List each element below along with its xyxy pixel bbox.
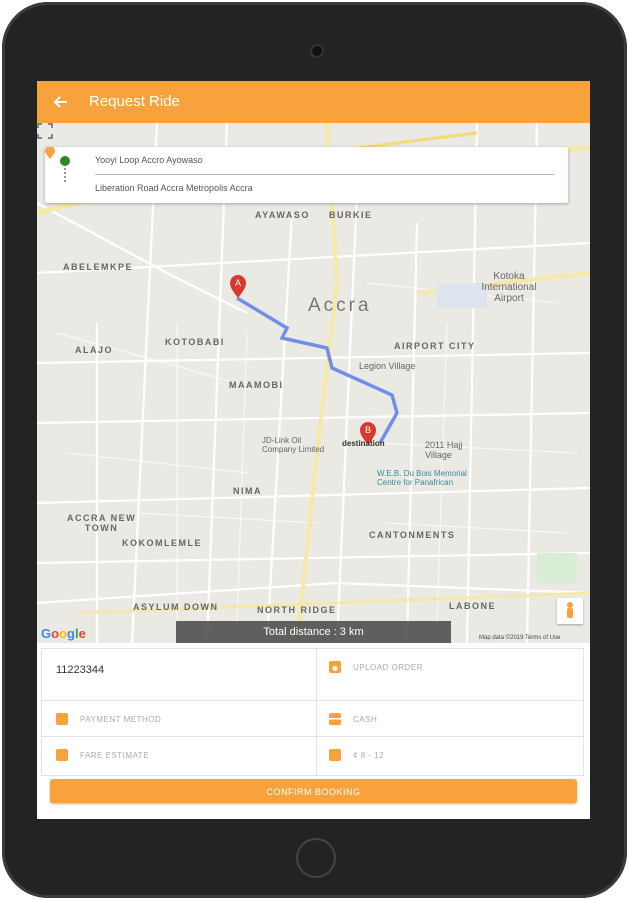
map-label-legion-village: Legion Village	[359, 361, 416, 371]
camera-icon	[329, 661, 341, 673]
marker-a-label: A	[235, 278, 241, 288]
map-view[interactable]: A B Yooyi Loop Accro Ayowaso Liberation …	[37, 123, 590, 643]
map-label-jd-link: JD-Link Oil Company Limited	[262, 436, 325, 454]
payment-value: CASH	[353, 715, 378, 724]
origin-field[interactable]: Yooyi Loop Accro Ayowaso	[95, 155, 203, 165]
marker-b-label: B	[365, 425, 371, 435]
route-dots	[64, 168, 68, 182]
route-card: Yooyi Loop Accro Ayowaso Liberation Road…	[45, 147, 568, 203]
map-label-cantonments: CANTONMENTS	[369, 530, 456, 540]
map-label-maamobi: MAAMOBI	[229, 380, 284, 390]
map-label-airport-city: AIRPORT CITY	[394, 341, 476, 351]
map-label-kotobabi: KOTOBABI	[165, 337, 225, 347]
map-label-alajo: ALAJO	[75, 345, 114, 355]
fare-value: ¢ 8 - 12	[353, 751, 385, 760]
money-icon	[329, 749, 341, 761]
map-label-hajj-village: 2011 Hajj Village	[425, 440, 463, 460]
map-label-burkie: BURKIE	[329, 210, 373, 220]
confirm-booking-button[interactable]: CONFIRM BOOKING	[50, 779, 577, 803]
total-distance-bar: Total distance : 3 km	[176, 621, 451, 643]
booking-form: UPLOAD ORDER PAYMENT METHOD CASH FARE ES…	[41, 648, 584, 776]
receipt-icon	[56, 749, 68, 761]
fare-estimate-row: FARE ESTIMATE	[42, 737, 317, 775]
map-label-nima: NIMA	[233, 486, 262, 496]
payment-method-row: PAYMENT METHOD	[42, 701, 317, 737]
map-label-north-ridge: NORTH RIDGE	[257, 605, 337, 615]
arrow-left-icon[interactable]	[51, 92, 71, 112]
origin-dot-icon	[60, 156, 70, 166]
destination-field[interactable]: Liberation Road Accra Metropolis Accra	[95, 183, 253, 193]
wallet-icon	[56, 713, 68, 725]
map-label-destination: destination	[342, 439, 385, 448]
payment-method-label: PAYMENT METHOD	[80, 715, 162, 724]
map-label-asylum-down: ASYLUM DOWN	[133, 602, 219, 612]
fare-value-cell: ¢ 8 - 12	[317, 737, 583, 775]
order-number-cell	[42, 649, 317, 701]
google-logo: Google	[41, 626, 86, 641]
page-title: Request Ride	[89, 93, 180, 110]
front-camera	[312, 46, 322, 56]
upload-order-button[interactable]: UPLOAD ORDER	[317, 649, 583, 701]
map-label-webdubois: W.E.B. Du Bois Memorial Centre for Panaf…	[377, 469, 467, 487]
street-view-pegman-icon[interactable]	[557, 598, 583, 624]
order-number-input[interactable]	[56, 664, 286, 676]
map-label-labone: LABONE	[449, 601, 496, 611]
map-label-accra-new-town: ACCRA NEW TOWN	[67, 513, 137, 533]
map-label-abelemkpe: ABELEMKPE	[63, 262, 134, 272]
app-bar: Request Ride	[37, 81, 590, 123]
map-label-kokomlemle: KOKOMLEMLE	[122, 538, 202, 548]
destination-pin-icon	[45, 147, 55, 159]
map-label-accra: Accra	[308, 295, 372, 316]
map-attribution[interactable]: Map data ©2019 Terms of Use	[479, 635, 560, 641]
fullscreen-icon[interactable]	[37, 123, 53, 139]
map-label-kotoka: Kotoka International Airport	[481, 271, 537, 304]
card-icon	[329, 713, 341, 725]
upload-order-label: UPLOAD ORDER	[353, 663, 424, 672]
divider	[95, 174, 555, 175]
payment-value-select[interactable]: CASH	[317, 701, 583, 737]
fare-estimate-label: FARE ESTIMATE	[80, 751, 150, 760]
home-button[interactable]	[296, 838, 336, 878]
map-label-ayawaso: AYAWASO	[255, 210, 310, 220]
app-screen: Request Ride A B Yooyi Loop Accro Ayowas…	[37, 81, 590, 819]
